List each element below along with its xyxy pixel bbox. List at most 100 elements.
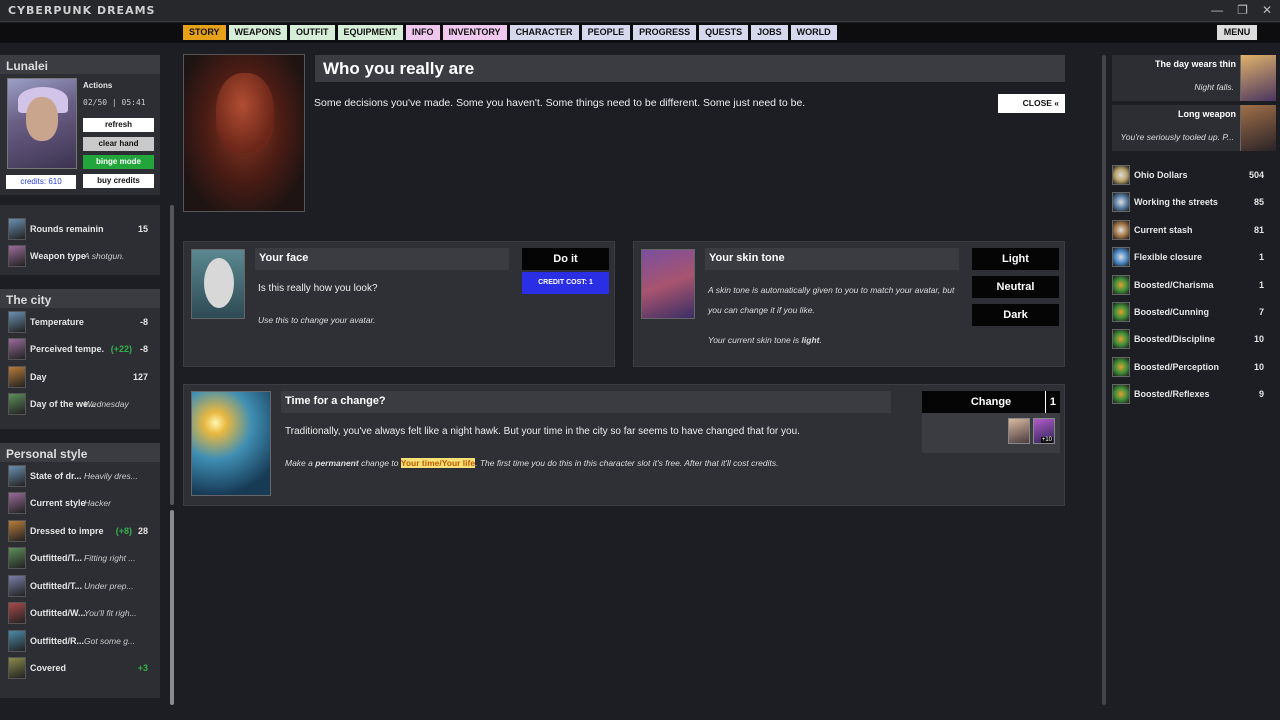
stat-value: Hacker	[84, 498, 111, 509]
skin-light-button[interactable]: Light	[972, 248, 1059, 270]
tab-people[interactable]: PEOPLE	[581, 25, 631, 40]
tab-outfit[interactable]: OUTFIT	[290, 25, 335, 40]
tab-info[interactable]: INFO	[406, 25, 440, 40]
resource-row[interactable]: Boosted/Perception 10	[1112, 355, 1264, 379]
skin-dark-button[interactable]: Dark	[972, 304, 1059, 326]
clear-hand-button[interactable]: clear hand	[83, 137, 154, 151]
stat-row[interactable]: Rounds remaining 15	[0, 215, 160, 243]
event-card-image	[1240, 105, 1276, 151]
skin-neutral-button[interactable]: Neutral	[972, 276, 1059, 298]
city-title: The city	[0, 289, 160, 308]
card-thumb-2[interactable]: +10	[1033, 418, 1055, 444]
app-logo: CYBERPUNK DREAMS	[8, 4, 156, 17]
tab-character[interactable]: CHARACTER	[509, 25, 579, 40]
tab-world[interactable]: WORLD	[790, 25, 837, 40]
stat-row[interactable]: Covered +3	[0, 655, 160, 683]
close-button[interactable]: CLOSE «	[998, 94, 1065, 113]
resource-icon	[1112, 384, 1130, 405]
face-card-note: Use this to change your avatar.	[258, 315, 376, 325]
resource-icon	[1112, 247, 1130, 268]
tab-quests[interactable]: QUESTS	[699, 25, 749, 40]
event-card[interactable]: The day wears thin Night falls.	[1112, 55, 1276, 101]
change-button[interactable]: Change 1	[922, 391, 1060, 413]
stat-row[interactable]: Outfitted/T... Fitting right ...	[0, 545, 160, 573]
stat-value: -8	[139, 316, 148, 327]
stat-row[interactable]: Day of the we... Wednesday	[0, 391, 160, 419]
stat-row[interactable]: Outfitted/T... Under prep...	[0, 572, 160, 600]
resource-row[interactable]: Boosted/Charisma 1	[1112, 273, 1264, 297]
resource-row[interactable]: Boosted/Reflexes 9	[1112, 382, 1264, 406]
resource-row[interactable]: Boosted/Discipline 10	[1112, 327, 1264, 351]
resource-row[interactable]: Working the streets 85	[1112, 190, 1264, 214]
stat-label: Temperature	[30, 316, 84, 327]
personal-style-panel: Personal style State of dr... Heavily dre…	[0, 443, 160, 698]
do-it-button[interactable]: Do it	[522, 248, 609, 270]
resource-value: 81	[1253, 224, 1264, 235]
stat-icon	[8, 365, 26, 388]
stat-row[interactable]: Temperature -8	[0, 308, 160, 336]
stat-row[interactable]: Current style Hacker	[0, 490, 160, 518]
stat-icon	[8, 602, 26, 625]
tab-equipment[interactable]: EQUIPMENT	[337, 25, 404, 40]
card-thumb-1[interactable]	[1008, 418, 1030, 444]
stat-row[interactable]: Outfitted/R... Got some g...	[0, 627, 160, 655]
resource-value: 1	[1258, 252, 1264, 263]
stat-value: Fitting right ...	[84, 553, 136, 564]
stat-row[interactable]: Outfitted/W... You'll fit righ...	[0, 600, 160, 628]
refresh-button[interactable]: refresh	[83, 118, 154, 132]
binge-mode-button[interactable]: binge mode	[83, 155, 154, 169]
resource-row[interactable]: Ohio Dollars 504	[1112, 163, 1264, 187]
stat-label: Rounds remaining	[30, 223, 104, 234]
stat-value: Wednesday	[84, 399, 129, 410]
tab-progress[interactable]: PROGRESS	[633, 25, 697, 40]
stat-row[interactable]: Dressed to impress (+8) 28	[0, 517, 160, 545]
skin-tone-card: Your skin tone A skin tone is automatica…	[633, 241, 1065, 367]
weapon-stats-panel: Rounds remaining 15 Weapon type A shotgun.	[0, 205, 160, 275]
resource-row[interactable]: Boosted/Cunning 7	[1112, 300, 1264, 324]
avatar[interactable]	[7, 78, 77, 169]
stat-label: Covered	[30, 663, 67, 674]
stat-icon	[8, 464, 26, 487]
your-time-link[interactable]: Your time/Your life	[400, 458, 476, 468]
minimize-icon[interactable]: —	[1211, 3, 1223, 17]
resource-row[interactable]: Current stash 81	[1112, 218, 1264, 242]
stat-icon	[8, 492, 26, 515]
character-name: Lunalei	[0, 55, 160, 74]
face-card: Your face Is this really how you look? U…	[183, 241, 615, 367]
close-window-icon[interactable]: ✕	[1262, 3, 1272, 17]
menu-button[interactable]: MENU	[1217, 25, 1257, 40]
tab-jobs[interactable]: JOBS	[751, 25, 788, 40]
resource-icon	[1112, 192, 1130, 213]
stat-bonus: (+22)	[110, 344, 132, 355]
stat-row[interactable]: Day 127	[0, 363, 160, 391]
tab-inventory[interactable]: INVENTORY	[442, 25, 507, 40]
event-card-desc: Night falls.	[1194, 82, 1234, 92]
left-scrollbar-thumb[interactable]	[170, 510, 174, 705]
skin-tone-image	[641, 249, 695, 319]
mask-image	[191, 249, 245, 319]
time-card: Time for a change? Traditionally, you've…	[183, 384, 1065, 506]
left-scrollbar-track[interactable]	[170, 205, 174, 505]
stat-row[interactable]: State of dr... Heavily dres...	[0, 462, 160, 490]
resource-icon	[1112, 274, 1130, 295]
buy-credits-button[interactable]: buy credits	[83, 174, 154, 188]
tab-weapons[interactable]: WEAPONS	[228, 25, 288, 40]
event-card-image	[1240, 55, 1276, 101]
story-portrait-image	[183, 54, 305, 212]
window-titlebar: CYBERPUNK DREAMS — ❐ ✕	[0, 0, 1280, 22]
stat-value: Under prep...	[84, 580, 134, 591]
right-scrollbar[interactable]	[1102, 55, 1106, 705]
tab-story[interactable]: STORY	[183, 25, 226, 40]
resource-label: Working the streets	[1134, 197, 1218, 208]
event-card[interactable]: Long weapon You're seriously tooled up. P…	[1112, 105, 1276, 151]
rounds-icon	[8, 217, 26, 240]
resource-row[interactable]: Flexible closure 1	[1112, 245, 1264, 269]
stat-row[interactable]: Weapon type A shotgun.	[0, 243, 160, 271]
credits-display[interactable]: credits: 610	[6, 175, 76, 189]
restore-icon[interactable]: ❐	[1237, 3, 1248, 17]
night-lights-image	[191, 391, 271, 496]
stat-row[interactable]: Perceived tempe... (+22) -8	[0, 336, 160, 364]
credit-cost-badge: CREDIT COST: 1	[522, 272, 609, 294]
face-card-title: Your face	[255, 248, 509, 270]
event-card-title: The day wears thin	[1154, 59, 1236, 69]
